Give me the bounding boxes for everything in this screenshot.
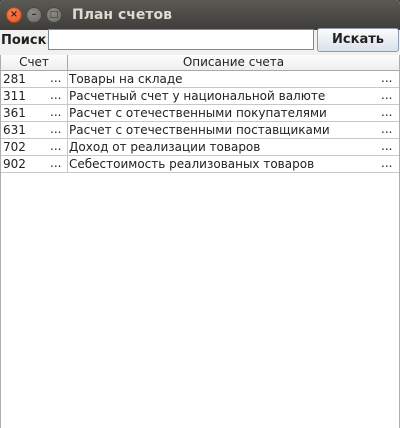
row-ellipsis-description: ... [381, 71, 393, 85]
row-ellipsis-description: ... [381, 88, 393, 102]
table-body: 281... Товары на складе... 311... Расчетный… [1, 71, 399, 173]
account-description-cell[interactable]: Себестоимость реализованых товаров [68, 156, 399, 172]
search-bar: Поиск: Искать [0, 28, 400, 52]
account-description-cell[interactable]: Расчетный счет у национальной валюте [68, 88, 399, 104]
table-header: Счет Описание счета [1, 55, 399, 71]
row-ellipsis-account: ... [50, 71, 62, 85]
row-ellipsis-account: ... [50, 88, 62, 102]
maximize-icon[interactable]: □ [46, 7, 62, 23]
accounts-table: Счет Описание счета 281... Товары на скла… [0, 55, 400, 428]
column-header-account[interactable]: Счет [1, 55, 68, 70]
row-ellipsis-description: ... [381, 156, 393, 170]
table-row[interactable]: 702... Доход от реализации товаров... [1, 139, 399, 156]
search-input[interactable] [48, 29, 314, 50]
table-row[interactable]: 281... Товары на складе... [1, 71, 399, 88]
window-title: План счетов [72, 7, 172, 23]
row-ellipsis-account: ... [50, 105, 62, 119]
account-description-cell[interactable]: Расчет с отечественными покупателями [68, 105, 399, 121]
account-description-cell[interactable]: Товары на складе [68, 71, 399, 87]
table-row[interactable]: 361... Расчет с отечественными покупателя… [1, 105, 399, 122]
minimize-icon[interactable]: – [26, 7, 42, 23]
row-ellipsis-account: ... [50, 139, 62, 153]
app-window: × – □ План счетов Поиск: Искать Счет Опи… [0, 0, 400, 428]
table-row[interactable]: 902... Себестоимость реализованых товаров… [1, 156, 399, 173]
column-header-description[interactable]: Описание счета [68, 55, 399, 70]
row-ellipsis-account: ... [50, 122, 62, 136]
account-description-cell[interactable]: Доход от реализации товаров [68, 139, 399, 155]
table-row[interactable]: 631... Расчет с отечественными поставщика… [1, 122, 399, 139]
row-ellipsis-description: ... [381, 139, 393, 153]
search-label: Поиск: [1, 33, 52, 48]
row-ellipsis-description: ... [381, 122, 393, 136]
table-row[interactable]: 311... Расчетный счет у национальной валю… [1, 88, 399, 105]
title-bar[interactable]: × – □ План счетов [0, 0, 400, 30]
close-icon[interactable]: × [6, 7, 22, 23]
row-ellipsis-account: ... [50, 156, 62, 170]
account-description-cell[interactable]: Расчет с отечественными поставщиками [68, 122, 399, 138]
row-ellipsis-description: ... [381, 105, 393, 119]
search-button[interactable]: Искать [317, 28, 399, 52]
